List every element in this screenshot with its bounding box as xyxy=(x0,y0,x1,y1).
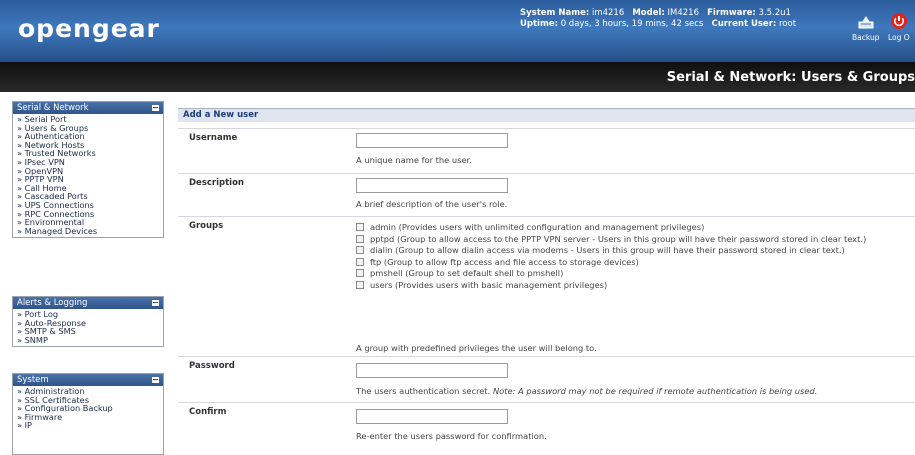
password-row: Password The users authentication secret… xyxy=(178,356,915,403)
confirm-label: Confirm xyxy=(189,407,227,417)
backup-button[interactable]: Backup xyxy=(852,12,880,42)
description-label: Description xyxy=(189,178,244,188)
system-info: System Name: im4216 Model: IM4216 Firmwa… xyxy=(520,8,796,30)
checkbox[interactable] xyxy=(356,280,364,289)
opengear-logo: opengear xyxy=(18,14,160,43)
power-icon xyxy=(890,13,907,29)
uptime-label: Uptime: xyxy=(520,19,558,29)
username-label: Username xyxy=(189,133,238,143)
main-content: Add a New user Username A unique name fo… xyxy=(178,108,915,441)
group-option-label: pmshell (Group to set default shell to p… xyxy=(370,268,564,278)
checkbox[interactable] xyxy=(356,257,364,266)
sidebar-section-title: System xyxy=(17,375,49,385)
checkbox[interactable] xyxy=(356,223,364,231)
sidebar-item-firmware[interactable]: » Firmware xyxy=(17,413,160,422)
page-title: Serial & Network: Users & Groups xyxy=(666,70,915,85)
confirm-row: Confirm Re-enter the users password for … xyxy=(178,402,915,448)
description-row: Description A brief description of the u… xyxy=(178,173,915,217)
groups-help: A group with predefined privileges the u… xyxy=(356,343,597,353)
minimize-icon[interactable] xyxy=(152,377,159,383)
sidebar-section-title: Serial & Network xyxy=(17,103,89,113)
checkbox[interactable] xyxy=(356,269,364,277)
group-option-ftp[interactable]: ftp (Group to allow ftp access and file … xyxy=(356,257,911,269)
group-option-label: pptpd (Group to allow access to the PPTP… xyxy=(370,233,867,244)
group-option-dialin[interactable]: dialin (Group to allow dialin access via… xyxy=(356,245,911,257)
group-option-label: users (Provides users with basic managem… xyxy=(370,279,608,290)
page-title-bar: Serial & Network: Users & Groups xyxy=(0,62,915,92)
username-row: Username A unique name for the user. xyxy=(178,128,915,174)
checkbox[interactable] xyxy=(356,246,364,254)
description-input[interactable] xyxy=(356,178,508,193)
sidebar-section-header[interactable]: Serial & Network xyxy=(13,102,163,114)
description-help: A brief description of the user's role. xyxy=(356,199,508,209)
password-note: Note: A password may not be required if … xyxy=(492,386,818,396)
current-user-value: root xyxy=(779,19,797,29)
group-option-pmshell[interactable]: pmshell (Group to set default shell to p… xyxy=(356,268,911,280)
system-name-value: im4216 xyxy=(591,8,625,18)
group-option-label: dialin (Group to allow dialin access via… xyxy=(370,245,845,255)
sidebar-item-managed-devices[interactable]: » Managed Devices xyxy=(17,227,160,236)
username-input[interactable] xyxy=(356,133,508,148)
groups-row: Groups admin (Provides users with unlimi… xyxy=(178,216,915,357)
username-help: A unique name for the user. xyxy=(356,155,472,165)
firmware-label: Firmware: xyxy=(707,8,756,18)
backup-icon xyxy=(858,16,874,29)
header-bar: opengear System Name: im4216 Model: IM42… xyxy=(0,0,915,62)
minimize-icon[interactable] xyxy=(152,300,159,306)
checkbox[interactable] xyxy=(356,234,364,243)
sidebar-section-title: Alerts & Logging xyxy=(17,298,88,308)
groups-options: admin (Provides users with unlimited con… xyxy=(356,222,911,291)
sidebar-section-system: System » Administration » SSL Certificat… xyxy=(12,373,164,455)
sidebar-item-snmp[interactable]: » SNMP xyxy=(17,336,160,345)
minimize-icon[interactable] xyxy=(152,105,159,111)
backup-label: Backup xyxy=(852,33,880,42)
model-label: Model: xyxy=(632,8,665,18)
password-input[interactable] xyxy=(356,363,508,378)
model-value: IM4216 xyxy=(667,8,699,18)
form-section-title: Add a New user xyxy=(178,108,915,122)
password-help: The users authentication secret. Note: A… xyxy=(356,386,817,396)
groups-label: Groups xyxy=(189,221,224,231)
sidebar-item-ip[interactable]: » IP xyxy=(17,421,160,430)
current-user-label: Current User: xyxy=(711,19,777,29)
group-option-admin[interactable]: admin (Provides users with unlimited con… xyxy=(356,222,911,234)
group-option-pptpd[interactable]: pptpd (Group to allow access to the PPTP… xyxy=(356,234,911,246)
group-option-label: admin (Provides users with unlimited con… xyxy=(370,222,705,232)
sidebar-section-header[interactable]: Alerts & Logging xyxy=(13,297,163,309)
logout-label: Log O xyxy=(888,33,910,42)
sidebar-section-header[interactable]: System xyxy=(13,374,163,386)
uptime-value: 0 days, 3 hours, 19 mins, 42 secs xyxy=(560,19,704,29)
confirm-help: Re-enter the users password for confirma… xyxy=(356,431,547,441)
sidebar-section-serial-network: Serial & Network » Serial Port » Users &… xyxy=(12,101,164,239)
confirm-input[interactable] xyxy=(356,409,508,424)
group-option-label: ftp (Group to allow ftp access and file … xyxy=(370,256,639,267)
password-help-text: The users authentication secret. xyxy=(356,386,491,396)
group-option-users[interactable]: users (Provides users with basic managem… xyxy=(356,280,911,292)
sidebar-section-alerts-logging: Alerts & Logging » Port Log » Auto-Respo… xyxy=(12,296,164,348)
password-label: Password xyxy=(189,361,235,371)
system-name-label: System Name: xyxy=(520,8,590,18)
firmware-value: 3.5.2u1 xyxy=(758,8,791,18)
logout-button[interactable]: Log O xyxy=(888,12,910,42)
